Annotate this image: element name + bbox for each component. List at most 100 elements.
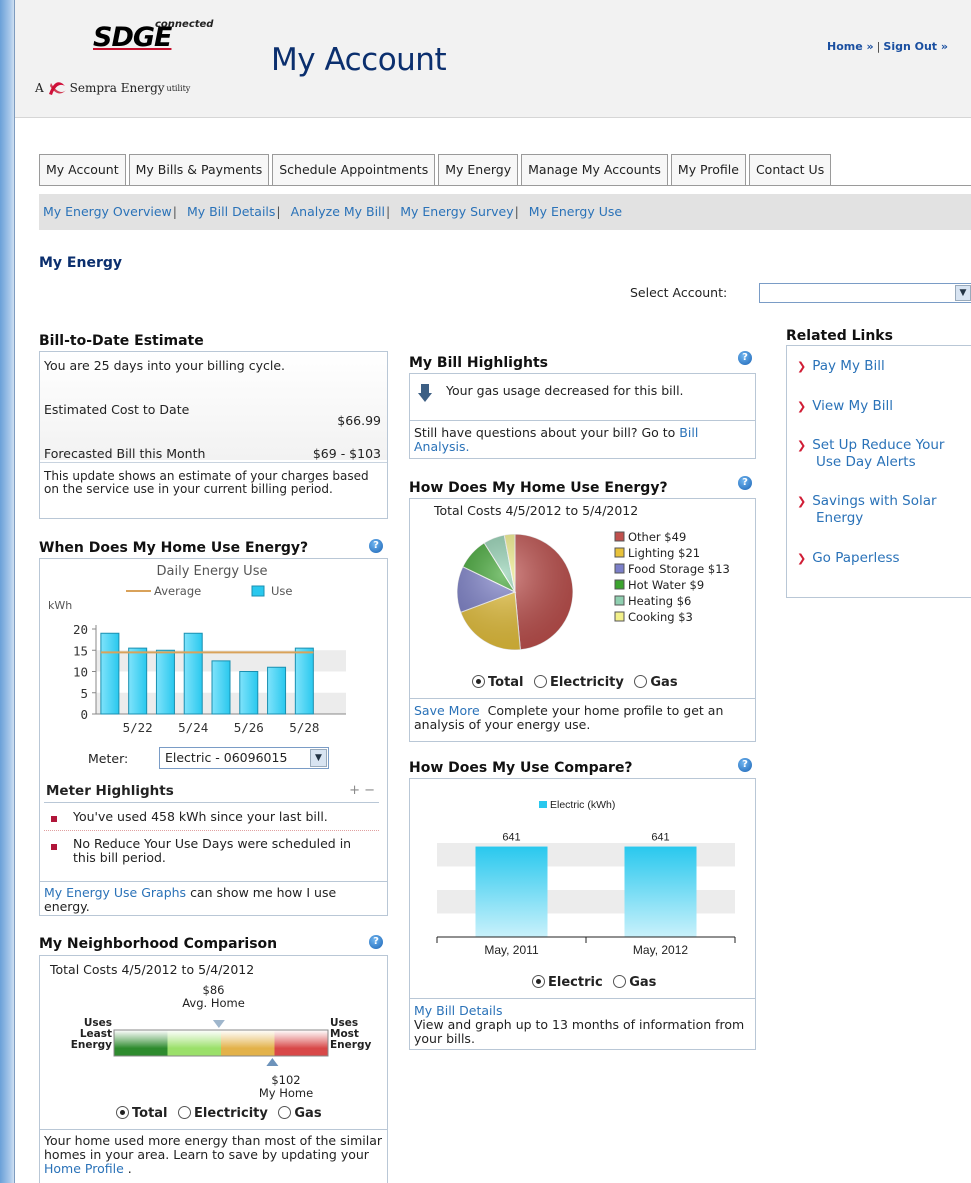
- radio-electric-label: Electric: [548, 975, 603, 990]
- legend-label: Electric (kWh): [550, 799, 615, 811]
- chevron-right-icon: ❯: [797, 495, 807, 508]
- tab-my-energy[interactable]: My Energy: [438, 154, 519, 186]
- meter-select[interactable]: Electric - 06096015 ▼: [159, 747, 329, 769]
- help-icon[interactable]: ?: [738, 758, 752, 772]
- tab-manage-my-accounts[interactable]: Manage My Accounts: [521, 154, 668, 186]
- radio-icon[interactable]: [534, 675, 548, 688]
- use-compare-footer-text: View and graph up to 13 months of inform…: [414, 1017, 745, 1046]
- page-title: My Account: [271, 42, 447, 78]
- arrow-down-icon: [418, 384, 432, 402]
- home-use-panel: Total Costs 4/5/2012 to 5/4/2012 Other $…: [409, 498, 756, 742]
- neighborhood-subtitle: Total Costs 4/5/2012 to 5/4/2012: [50, 962, 255, 977]
- home-profile-link[interactable]: Home Profile: [44, 1161, 124, 1176]
- comparison-gauge: [113, 1020, 329, 1066]
- expand-collapse-controls[interactable]: + −: [349, 783, 375, 798]
- my-home-marker-label: $102 My Home: [236, 1074, 336, 1100]
- legend-swatch: [614, 595, 625, 606]
- radio-gas[interactable]: Gas: [613, 975, 656, 990]
- related-link-pay-my-bill[interactable]: ❯ Pay My Bill: [797, 358, 885, 375]
- subnav-my-energy-overview[interactable]: My Energy Overview: [43, 204, 172, 219]
- x-tick-label: May, 2011: [484, 943, 539, 957]
- gauge-segment: [221, 1030, 275, 1056]
- tabs-underline: [39, 185, 971, 186]
- x-tick-label: 5/24: [178, 720, 208, 735]
- radio-icon[interactable]: [278, 1106, 292, 1119]
- tab-my-profile[interactable]: My Profile: [670, 154, 746, 186]
- related-link-go-paperless[interactable]: ❯ Go Paperless: [797, 550, 900, 567]
- radio-gas[interactable]: Gas: [278, 1106, 322, 1121]
- tab-my-bills-payments[interactable]: My Bills & Payments: [128, 154, 270, 186]
- radio-icon[interactable]: [613, 975, 627, 988]
- legend-average-label: Average: [154, 584, 201, 598]
- chevron-right-icon: ❯: [797, 400, 807, 413]
- subnav-my-energy-survey[interactable]: My Energy Survey: [400, 204, 513, 219]
- radio-gas-label: Gas: [629, 975, 657, 990]
- neighborhood-filter: Total Electricity Gas: [116, 1106, 328, 1121]
- subnav-my-bill-details[interactable]: My Bill Details: [187, 204, 275, 219]
- chevron-down-icon[interactable]: ▼: [955, 285, 971, 301]
- use-compare-chart: Electric (kWh) 641 May, 2011 641 May, 2012: [436, 799, 736, 957]
- chevron-down-icon[interactable]: ▼: [310, 749, 327, 767]
- related-link-view-my-bill[interactable]: ❯ View My Bill: [797, 398, 893, 415]
- radio-electricity-label: Electricity: [550, 675, 624, 690]
- sub-nav: My Energy Overview| My Bill Details| Ana…: [39, 194, 971, 230]
- help-icon[interactable]: ?: [369, 935, 383, 949]
- header: SDGE connected A Sempra Energy utility M…: [15, 0, 971, 118]
- radio-icon[interactable]: [634, 675, 648, 688]
- radio-total[interactable]: Total: [116, 1106, 168, 1121]
- y-tick-label: 0: [80, 707, 88, 722]
- help-icon[interactable]: ?: [738, 476, 752, 490]
- tab-contact-us[interactable]: Contact Us: [748, 154, 832, 186]
- sign-out-link[interactable]: Sign Out »: [883, 40, 948, 53]
- daily-energy-chart: Daily Energy Use Average Use kWh 0 5 10 15 20 5/2…: [48, 564, 346, 735]
- tab-my-account[interactable]: My Account: [39, 154, 126, 186]
- radio-electricity[interactable]: Electricity: [178, 1106, 268, 1121]
- highlight-item: No Reduce Your Use Days were scheduled i…: [73, 836, 352, 865]
- radio-selected-icon[interactable]: [116, 1106, 129, 1119]
- subnav-analyze-my-bill[interactable]: Analyze My Bill: [291, 204, 385, 219]
- radio-icon[interactable]: [178, 1106, 192, 1119]
- pie-highlight: [457, 534, 573, 650]
- related-link-reduce-alerts[interactable]: ❯ Set Up Reduce Your Use Day Alerts: [797, 437, 967, 470]
- bullet-icon: [51, 816, 57, 822]
- help-icon[interactable]: ?: [738, 351, 752, 365]
- x-tick-label: 5/28: [289, 720, 319, 735]
- radio-total[interactable]: Total: [472, 675, 524, 690]
- x-tick-label: 5/22: [123, 720, 153, 735]
- radio-electricity[interactable]: Electricity: [534, 675, 624, 690]
- bar: [294, 647, 314, 715]
- bill-highlights-title: My Bill Highlights: [409, 355, 548, 371]
- meter-select-value: Electric - 06096015: [165, 750, 288, 765]
- neighborhood-footer-text: Your home used more energy than most of …: [44, 1133, 382, 1162]
- bill-highlight-message: Your gas usage decreased for this bill.: [446, 383, 684, 398]
- highlight-item: You've used 458 kWh since your last bill…: [73, 809, 328, 824]
- radio-selected-icon[interactable]: [472, 675, 485, 688]
- avg-home-marker-label: $86 Avg. Home: [40, 984, 387, 1010]
- radio-gas[interactable]: Gas: [634, 675, 678, 690]
- when-use-footer: My Energy Use Graphs can show me how I u…: [44, 886, 382, 914]
- tab-schedule-appointments[interactable]: Schedule Appointments: [272, 154, 436, 186]
- gauge-segment: [274, 1030, 328, 1056]
- save-more-link[interactable]: Save More: [414, 703, 480, 718]
- bill-highlights-panel: Your gas usage decreased for this bill. …: [409, 373, 756, 459]
- my-bill-details-link[interactable]: My Bill Details: [414, 1004, 750, 1018]
- home-use-subtitle: Total Costs 4/5/2012 to 5/4/2012: [434, 503, 639, 518]
- x-tick-label: May, 2012: [633, 943, 688, 957]
- legend-label: Other $49: [628, 530, 686, 544]
- bar: [624, 846, 697, 937]
- related-links-title: Related Links: [786, 328, 893, 344]
- radio-selected-icon[interactable]: [532, 975, 545, 988]
- account-select[interactable]: ▼: [759, 283, 971, 303]
- section-title: My Energy: [39, 255, 123, 271]
- sempra-prefix: A: [35, 81, 44, 95]
- my-home-marker: [266, 1058, 279, 1066]
- y-axis-label: kWh: [48, 599, 72, 612]
- bar: [155, 649, 175, 715]
- subnav-my-energy-use[interactable]: My Energy Use: [529, 204, 622, 219]
- energy-use-graphs-link[interactable]: My Energy Use Graphs: [44, 885, 186, 900]
- related-link-solar[interactable]: ❯ Savings with Solar Energy: [797, 493, 967, 526]
- radio-electricity-label: Electricity: [194, 1106, 268, 1121]
- home-link[interactable]: Home »: [827, 40, 874, 53]
- radio-electric[interactable]: Electric: [532, 975, 603, 990]
- help-icon[interactable]: ?: [369, 539, 383, 553]
